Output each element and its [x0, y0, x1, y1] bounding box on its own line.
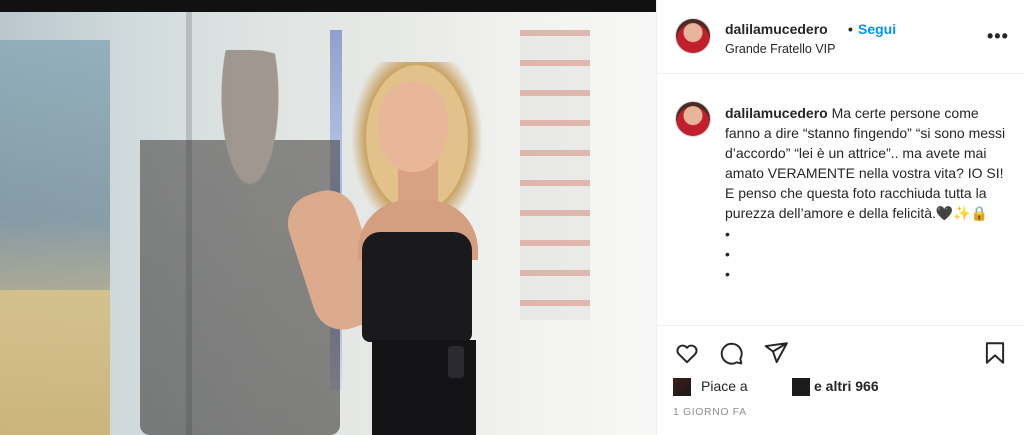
photo-background-shelf — [520, 30, 590, 320]
likes-count-text[interactable]: e altri 966 — [814, 378, 879, 394]
post-photo[interactable] — [0, 0, 656, 435]
comment-icon[interactable] — [718, 340, 744, 366]
caption: dalilamucedero Ma certe persone come fan… — [725, 103, 1015, 285]
post-actions: Piace a e altri 966 1 GIORNO FA — [657, 325, 1024, 435]
follow-button[interactable]: Segui — [858, 21, 896, 37]
instagram-post-window: dalilamucedero • Segui Grande Fratello V… — [0, 0, 1024, 435]
post-header: dalilamucedero • Segui Grande Fratello V… — [657, 0, 1024, 74]
photo-woman-face — [378, 82, 448, 172]
caption-avatar[interactable] — [675, 101, 711, 137]
photo-background-sofa — [0, 290, 110, 435]
caption-dot: • — [725, 246, 730, 262]
post-side-panel: dalilamucedero • Segui Grande Fratello V… — [656, 0, 1024, 435]
header-username[interactable]: dalilamucedero — [725, 21, 828, 37]
photo-microphone-pack — [448, 346, 464, 378]
more-options-icon[interactable]: ••• — [987, 27, 1009, 45]
caption-section: dalilamucedero Ma certe persone come fan… — [657, 75, 1024, 325]
location-link[interactable]: Grande Fratello VIP — [725, 42, 835, 56]
liker-avatar[interactable] — [673, 378, 691, 396]
caption-dot: • — [725, 266, 730, 282]
post-timestamp[interactable]: 1 GIORNO FA — [673, 406, 747, 418]
bookmark-icon[interactable] — [982, 340, 1008, 366]
caption-dots: • • • — [725, 225, 1015, 285]
liker-avatar[interactable] — [792, 378, 810, 396]
caption-text: Ma certe persone come fanno a dire “stan… — [725, 105, 1006, 221]
avatar[interactable] — [675, 18, 711, 54]
likes-prefix: Piace a — [701, 378, 748, 394]
paper-plane-icon[interactable] — [763, 340, 789, 366]
caption-dot: • — [725, 226, 730, 242]
header-separator: • — [848, 21, 853, 37]
likes-count-link[interactable]: e altri 966 — [814, 378, 879, 394]
photo-top-bar — [0, 0, 656, 12]
caption-username[interactable]: dalilamucedero — [725, 105, 828, 121]
photo-woman-top — [362, 232, 472, 342]
heart-icon[interactable] — [674, 340, 700, 366]
